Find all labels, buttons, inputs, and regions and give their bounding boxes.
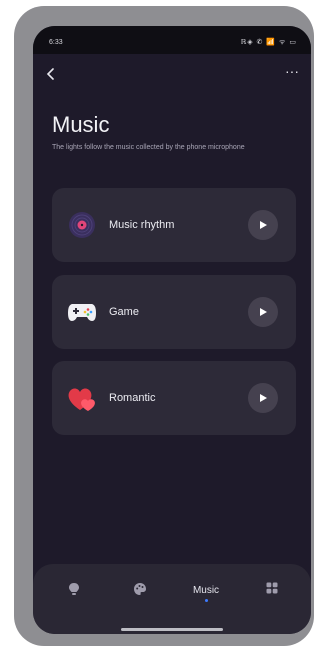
mode-label: Music rhythm (109, 219, 175, 231)
app-screen: 6:33 ℝ◈ ✆ 📶 ᯤ ▭ ··· Music The lights fol… (33, 26, 311, 634)
nav-item-more[interactable] (247, 582, 297, 612)
play-icon (260, 308, 267, 316)
mode-label: Romantic (109, 392, 156, 404)
chevron-left-icon (46, 68, 54, 80)
play-button[interactable] (248, 210, 278, 240)
bottom-nav: Music (33, 564, 311, 634)
palette-icon (134, 583, 146, 595)
bulb-icon (69, 583, 79, 595)
nav-label-music: Music (192, 585, 220, 596)
play-button[interactable] (248, 383, 278, 413)
page-title: Music (52, 112, 110, 137)
gamepad-icon (66, 296, 98, 328)
play-icon (260, 394, 267, 402)
status-time: 6:33 (49, 39, 63, 46)
grid-icon (266, 582, 278, 594)
home-indicator[interactable] (121, 628, 223, 631)
mode-card-music-rhythm[interactable]: Music rhythm (52, 188, 296, 262)
hearts-icon (66, 382, 98, 414)
vinyl-record-icon (66, 209, 98, 241)
mode-card-romantic[interactable]: Romantic (52, 361, 296, 435)
back-button[interactable] (41, 64, 61, 84)
more-options-button[interactable]: ··· (281, 64, 303, 84)
mode-card-game[interactable]: Game (52, 275, 296, 349)
mode-label: Game (109, 306, 139, 318)
page-subtitle: The lights follow the music collected by… (52, 144, 245, 151)
top-bar: ··· (33, 62, 311, 86)
active-indicator-dot (204, 599, 208, 602)
status-icons: ℝ◈ ✆ 📶 ᯤ ▭ (240, 39, 297, 46)
nav-item-light[interactable] (49, 582, 99, 612)
nav-item-scenes[interactable] (115, 582, 165, 612)
status-bar: 6:33 ℝ◈ ✆ 📶 ᯤ ▭ (33, 26, 311, 54)
nav-item-music[interactable]: Music (181, 582, 231, 612)
play-button[interactable] (248, 297, 278, 327)
play-icon (260, 221, 267, 229)
